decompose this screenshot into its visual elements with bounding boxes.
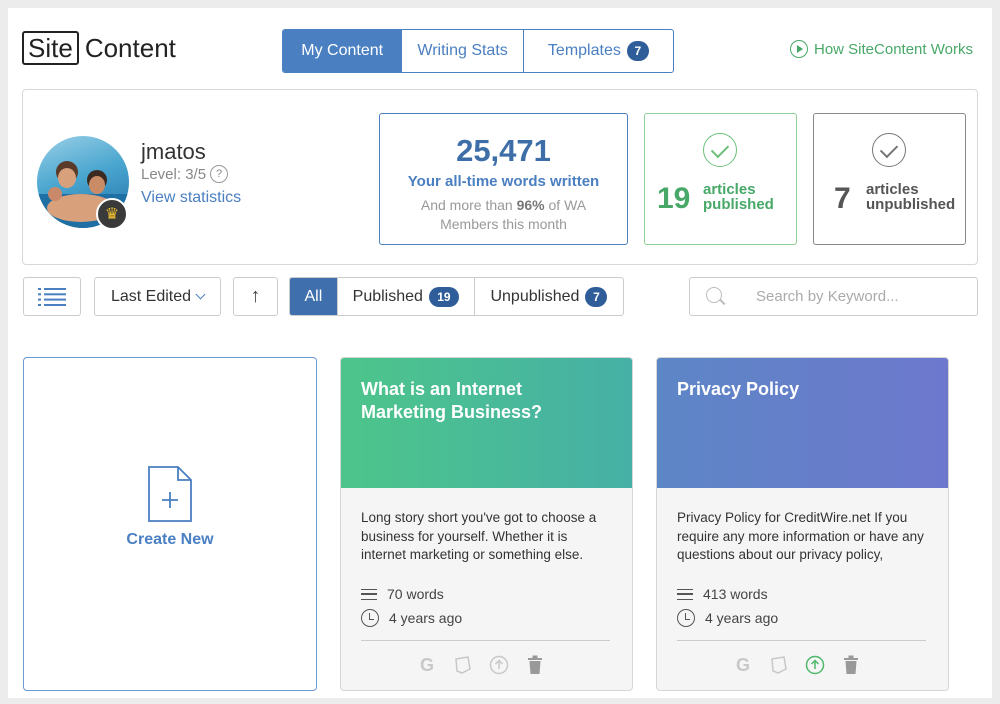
unpublished-label: articles unpublished [866,182,955,212]
google-icon[interactable]: G [416,654,438,676]
article-word-count: 413 words [677,586,768,602]
level-text: Level: 3/5 [141,165,207,183]
new-document-icon [148,466,192,522]
username: jmatos [141,139,206,164]
published-card[interactable]: 19 articles published [644,113,797,245]
words-comparison: And more than 96% of WA Members this mon… [380,196,627,234]
words-written-card: 25,471 Your all-time words written And m… [379,113,628,245]
clock-icon [677,609,695,627]
templates-count-badge: 7 [626,41,649,61]
filter-all[interactable]: All [290,278,338,315]
word-count-text: 70 words [387,586,444,602]
google-icon[interactable]: G [732,654,754,676]
age-text: 4 years ago [389,610,463,626]
filter-unpublished[interactable]: Unpublished 7 [475,278,623,315]
search-input[interactable] [756,288,956,305]
tab-label: Writing Stats [417,42,508,59]
how-it-works-link[interactable]: How SiteContent Works [790,40,973,58]
crown-icon: ♛ [96,198,128,230]
article-excerpt: Long story short you've got to choose a … [361,510,597,562]
help-icon[interactable]: ? [210,165,229,183]
tab-my-content[interactable]: My Content [283,30,403,72]
status-filter: All Published 19 Unpublished 7 [289,277,624,316]
logo-box-text: Site [22,31,79,65]
unpublished-card[interactable]: 7 articles unpublished [813,113,966,245]
article-excerpt: Privacy Policy for CreditWire.net If you… [677,510,924,562]
check-circle-icon [872,133,906,167]
note-icon[interactable] [452,654,474,676]
tab-label: My Content [301,42,384,59]
article-actions: G [732,654,862,676]
main-tabs: My Content Writing Stats Templates 7 [282,29,674,73]
published-count: 19 [657,182,691,215]
filter-published[interactable]: Published 19 [338,278,475,315]
play-circle-icon [790,40,808,58]
sort-direction-button[interactable]: ↑ [233,277,278,316]
published-icon[interactable] [804,654,826,676]
article-card[interactable]: What is an Internet Marketing Business? … [340,357,633,691]
article-age: 4 years ago [677,609,778,627]
arrow-up-icon: ↑ [250,285,261,307]
published-label: articles published [703,182,774,212]
tab-writing-stats[interactable]: Writing Stats [402,30,524,72]
article-actions: G [416,654,546,676]
create-new-label: Create New [126,531,214,548]
lines-icon [361,588,377,600]
article-card[interactable]: Privacy Policy Privacy Policy for Credit… [656,357,949,691]
lines-icon [677,588,693,600]
sort-label: Last Edited [110,287,192,305]
create-new-card[interactable]: Create New [23,357,317,691]
filter-label: Unpublished [490,287,580,305]
divider [677,640,926,641]
chevron-down-icon [195,289,206,299]
word-count-text: 413 words [703,586,768,602]
filter-label: Published [352,287,423,305]
clock-icon [361,609,379,627]
filter-label: All [304,287,323,305]
search-icon [706,286,726,307]
search-box [689,277,978,316]
comparison-percent: 96% [516,197,545,213]
list-view-button[interactable] [23,277,81,316]
view-statistics-link[interactable]: View statistics [141,189,241,207]
tab-label: Templates [547,42,621,59]
trash-icon[interactable] [524,654,546,676]
divider [361,640,610,641]
site-content-logo: Site Content [22,30,176,66]
unpublished-label-2: unpublished [866,196,956,213]
comparison-line2: Members this month [440,216,567,232]
list-icon [38,287,66,306]
how-it-works-label: How SiteContent Works [814,40,973,58]
unpublished-count: 7 [834,182,851,215]
words-count: 25,471 [456,133,551,168]
article-word-count: 70 words [361,586,444,602]
note-icon[interactable] [768,654,790,676]
check-circle-icon [703,133,737,167]
comparison-pre: And more than [420,197,513,213]
tab-templates[interactable]: Templates 7 [524,30,673,72]
published-badge: 19 [428,286,459,307]
publish-icon[interactable] [488,654,510,676]
unpublished-badge: 7 [585,286,608,307]
sort-select[interactable]: Last Edited [94,277,221,316]
logo-text: Content [84,33,176,63]
words-label: Your all-time words written [407,173,600,190]
user-level: Level: 3/5 ? [141,165,229,183]
trash-icon[interactable] [840,654,862,676]
article-title: What is an Internet Marketing Business? [341,358,632,488]
age-text: 4 years ago [705,610,779,626]
comparison-post: of WA [548,197,587,213]
article-age: 4 years ago [361,609,462,627]
article-title: Privacy Policy [657,358,948,488]
published-label-2: published [703,196,774,213]
